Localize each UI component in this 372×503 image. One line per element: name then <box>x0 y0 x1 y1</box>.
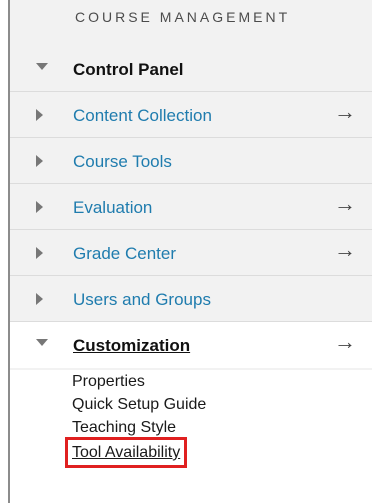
menu-item-evaluation[interactable]: Evaluation → <box>10 184 372 230</box>
triangle-down-icon <box>36 63 48 70</box>
triangle-down-icon[interactable] <box>36 339 48 346</box>
menu-item-content-collection[interactable]: Content Collection → <box>10 92 372 138</box>
triangle-right-icon[interactable] <box>36 109 43 121</box>
submenu-link-properties[interactable]: Properties <box>72 370 206 393</box>
submenu-link-quick-setup-guide[interactable]: Quick Setup Guide <box>72 393 206 416</box>
menu-item-grade-center[interactable]: Grade Center → <box>10 230 372 276</box>
submenu-link-teaching-style[interactable]: Teaching Style <box>72 416 206 439</box>
menu-item-label[interactable]: Grade Center <box>73 244 176 264</box>
right-arrow-icon[interactable]: → <box>334 331 356 353</box>
menu-item-label[interactable]: Course Tools <box>73 152 172 172</box>
menu-item-users-and-groups[interactable]: Users and Groups <box>10 276 372 322</box>
triangle-right-icon[interactable] <box>36 201 43 213</box>
right-arrow-icon[interactable]: → <box>334 193 356 215</box>
control-panel-header[interactable]: Control Panel <box>10 46 372 92</box>
control-panel-label: Control Panel <box>73 60 184 79</box>
right-arrow-icon[interactable]: → <box>334 239 356 261</box>
menu-item-customization[interactable]: Customization → <box>10 322 372 368</box>
section-title: COURSE MANAGEMENT <box>75 9 291 25</box>
customization-submenu: Properties Quick Setup Guide Teaching St… <box>64 370 206 468</box>
submenu-link-tool-availability[interactable]: Tool Availability <box>64 437 188 468</box>
menu-item-label[interactable]: Evaluation <box>73 198 152 218</box>
customization-label[interactable]: Customization <box>73 336 190 356</box>
menu-item-label[interactable]: Content Collection <box>73 106 212 126</box>
triangle-right-icon[interactable] <box>36 155 43 167</box>
course-management-panel: COURSE MANAGEMENT Control Panel Content … <box>0 0 372 503</box>
menu-item-label[interactable]: Users and Groups <box>73 290 211 310</box>
triangle-right-icon[interactable] <box>36 293 43 305</box>
triangle-right-icon[interactable] <box>36 247 43 259</box>
right-arrow-icon[interactable]: → <box>334 101 356 123</box>
menu-item-course-tools[interactable]: Course Tools <box>10 138 372 184</box>
